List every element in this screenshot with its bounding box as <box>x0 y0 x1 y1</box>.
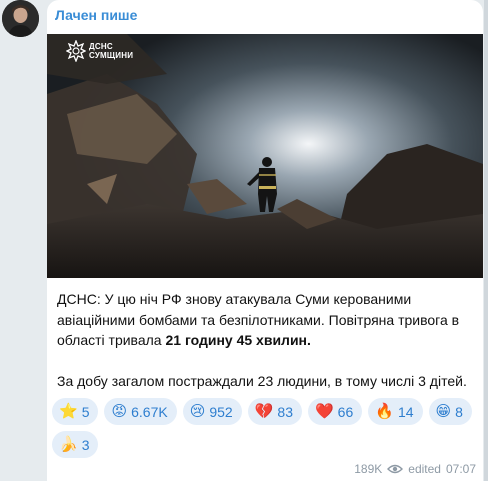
scrollbar[interactable] <box>484 0 488 481</box>
reaction-star[interactable]: ⭐ 5 <box>52 398 99 425</box>
post-text: ДСНС: У цю ніч РФ знову атакувала Суми к… <box>57 289 475 391</box>
message-bubble: Лачен пише ДСНС СУМЩИНИ ДСНС: У цю ніч Р… <box>47 0 483 481</box>
broken-heart-icon: 💔 <box>254 403 274 420</box>
channel-name[interactable]: Лачен пише <box>55 7 137 23</box>
edited-label: edited <box>408 462 441 476</box>
reaction-count: 5 <box>81 403 90 420</box>
reaction-count: 83 <box>277 403 293 420</box>
channel-avatar[interactable] <box>2 0 39 37</box>
banana-icon: 🍌 <box>59 436 78 453</box>
red-heart-icon: ❤️ <box>314 403 334 420</box>
view-count: 189K <box>354 462 383 476</box>
watermark-line2: СУМЩИНИ <box>89 51 134 60</box>
reaction-angry[interactable]: 😡 6.67K <box>104 398 177 425</box>
post-paragraph-2: За добу загалом постраждали 23 людини, в… <box>57 372 467 389</box>
post-photo[interactable]: ДСНС СУМЩИНИ <box>47 34 483 278</box>
reaction-count: 6.67K <box>131 403 168 420</box>
reaction-crying[interactable]: 😢 952 <box>182 398 242 425</box>
reaction-count: 66 <box>337 403 354 420</box>
reaction-grin[interactable]: 😁 8 <box>428 398 472 425</box>
dsns-emblem-icon <box>66 40 86 62</box>
watermark: ДСНС СУМЩИНИ <box>66 40 133 62</box>
message-meta: 189K edited 07:07 <box>354 462 476 476</box>
eye-icon <box>387 464 404 474</box>
reaction-banana[interactable]: 🍌 3 <box>52 431 99 458</box>
reaction-heart[interactable]: ❤️ 66 <box>307 398 363 425</box>
post-text-bold: 21 годину 45 хвилин. <box>165 332 311 348</box>
watermark-line1: ДСНС <box>89 42 113 51</box>
grinning-face-icon: 😁 <box>435 403 452 420</box>
reaction-count: 8 <box>455 403 463 420</box>
reaction-count: 14 <box>397 403 414 420</box>
message-time: 07:07 <box>445 462 476 476</box>
post-paragraph-1: ДСНС: У цю ніч РФ знову атакувала Суми к… <box>57 289 475 351</box>
reaction-fire[interactable]: 🔥 14 <box>368 398 423 425</box>
reaction-count: 952 <box>209 403 233 420</box>
reaction-count: 3 <box>81 436 90 453</box>
reaction-broken-heart[interactable]: 💔 83 <box>247 398 302 425</box>
crying-face-icon: 😢 <box>189 403 206 420</box>
star-icon: ⭐ <box>59 403 78 420</box>
fire-icon: 🔥 <box>375 403 394 420</box>
reactions-bar: ⭐ 5 😡 6.67K 😢 952 💔 83 ❤️ 66 🔥 14 😁 8 🍌 <box>52 398 482 458</box>
angry-face-icon: 😡 <box>111 403 128 420</box>
